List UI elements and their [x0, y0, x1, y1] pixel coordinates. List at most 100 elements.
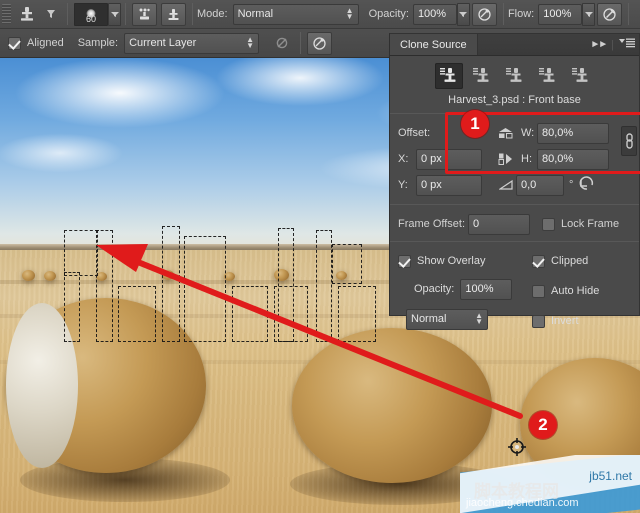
offset-label: Offset: [398, 127, 431, 139]
selection-marquee [64, 230, 98, 276]
selection-marquee [64, 272, 80, 342]
watermark-site: jb51.net [589, 469, 632, 483]
pressure-size-icon[interactable] [307, 31, 333, 55]
show-overlay-checkbox[interactable] [398, 254, 411, 268]
selection-marquee [184, 236, 226, 342]
frame-offset-value: 0 [473, 218, 480, 230]
brush-size-preview[interactable]: 60 [74, 2, 108, 26]
clone-stamp-tool-icon[interactable] [15, 3, 39, 25]
frame-offset-section: Frame Offset: 0 Lock Frame [390, 205, 639, 237]
invert-label: Invert [551, 315, 579, 327]
frame-offset-input[interactable]: 0 [468, 213, 530, 235]
clone-source-slot-5[interactable] [567, 63, 595, 89]
width-input[interactable]: 80,0% [537, 122, 609, 144]
lock-frame-checkbox[interactable] [542, 217, 555, 231]
reset-transform-icon[interactable] [578, 176, 595, 194]
clone-source-slot-1[interactable] [434, 63, 463, 89]
selection-marquee [278, 228, 294, 342]
airbrush-icon[interactable] [597, 2, 623, 26]
selection-marquee [316, 230, 332, 342]
flow-caret-icon[interactable] [582, 2, 596, 26]
clone-source-slot-4[interactable] [534, 63, 562, 89]
blend-mode-value: Normal [411, 313, 447, 325]
selection-marquee [96, 230, 113, 342]
link-aspect-ratio-icon[interactable] [621, 126, 637, 156]
lock-frame-label: Lock Frame [561, 218, 620, 230]
selection-marquee [338, 286, 376, 342]
clone-source-slot-2[interactable] [468, 63, 496, 89]
options-bar-grip[interactable] [2, 4, 11, 24]
flip-horizontal-icon[interactable] [494, 126, 516, 140]
tool-preset-caret-icon[interactable] [39, 3, 63, 25]
clone-source-document-label: Harvest_3.psd : Front base [448, 94, 581, 106]
angle-input[interactable]: 0,0 [516, 174, 564, 196]
chevron-updown-icon: ▲ ▼ [345, 6, 354, 21]
aligned-label: Aligned [27, 37, 64, 49]
height-value: 80,0% [542, 153, 574, 165]
clone-source-slot-3[interactable] [501, 63, 529, 89]
tab-clone-source-label: Clone Source [400, 38, 467, 51]
flip-vertical-icon[interactable] [494, 152, 516, 166]
show-overlay-label: Show Overlay [417, 255, 486, 267]
brush-panel-icon[interactable] [132, 2, 157, 26]
clone-source-panel: Clone Source ►► | Harvest_3.psd: Front … [389, 33, 640, 330]
annotation-badge-2: 2 [529, 411, 557, 439]
selection-marquee [232, 286, 268, 342]
invert-checkbox[interactable] [532, 314, 545, 328]
mode-select[interactable]: Normal ▲ ▼ [232, 3, 359, 25]
auto-hide-checkbox[interactable] [532, 284, 545, 298]
tab-clone-source[interactable]: Clone Source [390, 34, 478, 55]
overlay-opacity-label: Opacity: [414, 283, 455, 295]
watermark-url: jiaocheng.chedian.com [466, 497, 579, 509]
clone-source-panel-icon[interactable] [161, 2, 186, 26]
panel-menu-icon[interactable] [619, 38, 635, 51]
brush-preset-caret-icon[interactable] [108, 2, 121, 26]
ignore-adjustment-layers-icon[interactable] [269, 32, 294, 55]
offset-section: Offset: W: 80,0% X: 0 px H: 80,0% Y: 0 p… [390, 112, 640, 198]
width-label: W: [521, 127, 535, 139]
watermark: jb51.net 脚本教程网 jiaocheng.chedian.com [460, 455, 640, 513]
degree-symbol: ° [569, 179, 574, 191]
selection-marquee [332, 244, 362, 284]
chevron-updown-icon: ▲ ▼ [246, 35, 255, 50]
flow-input[interactable]: 100% [538, 3, 583, 25]
distant-bale [44, 271, 56, 281]
pressure-opacity-icon[interactable] [471, 2, 497, 26]
divider [125, 3, 126, 25]
flow-value: 100% [543, 8, 572, 20]
offset-x-label: X: [398, 153, 409, 165]
height-input[interactable]: 80,0% [537, 148, 609, 170]
opacity-caret-icon[interactable] [456, 2, 470, 26]
flow-label: Flow: [507, 8, 535, 20]
width-value: 80,0% [542, 127, 574, 139]
divider [300, 32, 302, 54]
aligned-checkbox[interactable] [8, 36, 21, 50]
offset-y-input[interactable]: 0 px [416, 174, 482, 196]
opacity-label: Opacity: [368, 8, 409, 20]
offset-y-value: 0 px [421, 179, 442, 191]
angle-value: 0,0 [521, 179, 537, 191]
opacity-value: 100% [417, 8, 447, 20]
selection-marquee [162, 226, 180, 342]
double-chevron-right-icon[interactable]: ►► [590, 39, 608, 50]
opacity-input[interactable]: 100% [412, 3, 457, 25]
clipped-label: Clipped [551, 255, 589, 267]
sample-select[interactable]: Current Layer ▲ ▼ [124, 32, 260, 54]
offset-x-input[interactable]: 0 px [416, 148, 482, 170]
sample-value: Current Layer [129, 37, 197, 49]
angle-icon [496, 179, 516, 191]
sample-label: Sample: [77, 37, 119, 49]
offset-x-value: 0 px [421, 153, 442, 165]
divider [502, 3, 504, 25]
clone-source-crosshair-icon [508, 438, 526, 456]
auto-hide-label: Auto Hide [551, 285, 600, 297]
overlay-section: Show Overlay Opacity: 100% Normal ▲ ▼ Cl… [390, 242, 639, 332]
selection-marquee [118, 286, 156, 342]
clipped-checkbox[interactable] [532, 254, 545, 268]
offset-y-label: Y: [398, 179, 408, 191]
chevron-updown-icon: ▲ ▼ [475, 311, 483, 326]
brush-size-value: 60 [85, 13, 96, 24]
blend-mode-select[interactable]: Normal ▲ ▼ [406, 308, 488, 330]
overlay-opacity-input[interactable]: 100% [460, 278, 513, 300]
divider [192, 3, 193, 25]
